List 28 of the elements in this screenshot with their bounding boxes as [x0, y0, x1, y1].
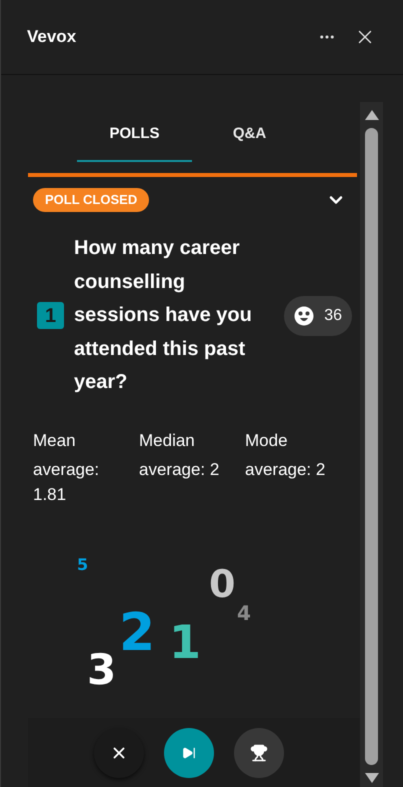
scrollbar[interactable]	[360, 102, 383, 787]
window-title: Vevox	[27, 26, 78, 48]
stat-label: Mode	[245, 430, 289, 452]
stat-label: Mean	[33, 430, 77, 452]
skip-forward-icon	[182, 746, 196, 760]
trophy-icon	[250, 744, 268, 762]
cloud-word: 5	[77, 556, 88, 572]
stat-label: Median	[139, 430, 196, 452]
leaderboard-button[interactable]	[234, 728, 284, 778]
next-button[interactable]	[164, 728, 214, 778]
cloud-word: 2	[119, 606, 156, 658]
stat-value: average: 1.81	[33, 458, 100, 506]
scroll-down-icon[interactable]	[364, 773, 378, 783]
scroll-up-icon[interactable]	[364, 110, 378, 120]
cloud-word: 3	[87, 648, 116, 690]
face-icon	[294, 306, 314, 326]
status-badge: POLL CLOSED	[33, 188, 150, 212]
stat-value: average: 2	[245, 458, 326, 480]
response-count: 36	[324, 306, 342, 326]
question-number: 1	[37, 302, 64, 330]
cloud-word: 4	[237, 602, 251, 622]
cloud-word: 1	[169, 618, 202, 664]
scroll-thumb[interactable]	[365, 128, 378, 765]
question-text: How many career counselling sessions have you attended this past year?	[74, 236, 253, 395]
tab[interactable]: POLLS	[77, 109, 192, 162]
stat-value: average: 2	[139, 458, 220, 480]
cloud-word: 0	[209, 564, 236, 602]
tab[interactable]: Q&A	[192, 109, 307, 162]
